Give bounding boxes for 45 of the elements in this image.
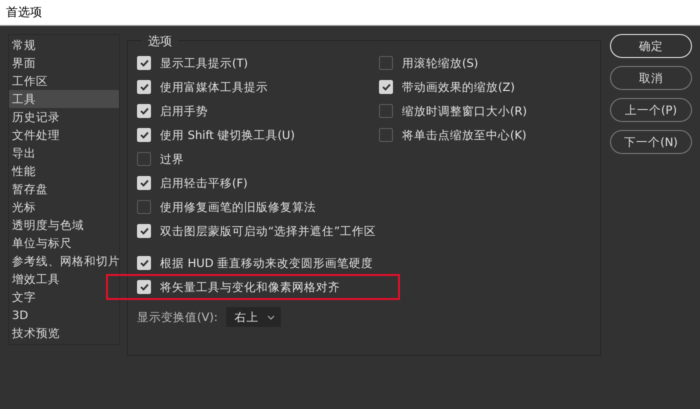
dialog-button[interactable]: 取消: [610, 66, 692, 90]
sidebar-item[interactable]: 历史记录: [9, 108, 119, 126]
sidebar-item[interactable]: 文件处理: [9, 126, 119, 144]
checkbox-label: 根据 HUD 垂直移动来改变圆形画笔硬度: [160, 256, 374, 270]
checkbox-label: 缩放时调整窗口大小(R): [402, 104, 527, 118]
sidebar-item[interactable]: 界面: [9, 54, 119, 72]
sidebar-item[interactable]: 透明度与色域: [9, 216, 119, 234]
dialog-button[interactable]: 上一个(P): [610, 98, 692, 122]
field-label: 显示变换值(V):: [137, 310, 218, 324]
sidebar-item[interactable]: 单位与标尺: [9, 234, 119, 252]
checkbox-label: 将矢量工具与变化和像素网格对齐: [160, 280, 340, 294]
checkbox[interactable]: [137, 200, 151, 214]
checkbox-label: 将单击点缩放至中心(K): [402, 128, 527, 142]
checkbox[interactable]: [379, 104, 393, 118]
sidebar-item[interactable]: 工具: [9, 90, 119, 108]
sidebar-item[interactable]: 增效工具: [9, 270, 119, 288]
checkbox-label: 双击图层蒙版可启动“选择并遮住”工作区: [160, 224, 376, 238]
dialog-button[interactable]: 确定: [610, 34, 692, 58]
window-title: 首选项: [6, 4, 42, 21]
checkbox[interactable]: [379, 56, 393, 70]
dialog-button[interactable]: 下一个(N): [610, 130, 692, 154]
transform-select[interactable]: 右上: [226, 307, 281, 327]
checkbox-label: 使用 Shift 键切换工具(U): [160, 128, 295, 142]
caret-icon: [266, 314, 275, 320]
sidebar-item[interactable]: 文字: [9, 288, 119, 306]
checkbox[interactable]: [379, 128, 393, 142]
checkbox-label: 过界: [160, 152, 184, 166]
checkbox-label: 用滚轮缩放(S): [402, 56, 478, 70]
checkbox-label: 使用修复画笔的旧版修复算法: [160, 200, 316, 214]
checkbox[interactable]: [137, 152, 151, 166]
checkbox-label: 启用手势: [160, 104, 208, 118]
checkbox-label: 显示工具提示(T): [160, 56, 248, 70]
sidebar-item[interactable]: 性能: [9, 162, 119, 180]
panel-title: 选项: [142, 33, 178, 50]
checkbox-label: 使用富媒体工具提示: [160, 80, 268, 94]
sidebar-item[interactable]: 光标: [9, 198, 119, 216]
sidebar-item[interactable]: 常规: [9, 36, 119, 54]
sidebar-item[interactable]: 工作区: [9, 72, 119, 90]
sidebar-item[interactable]: 暂存盘: [9, 180, 119, 198]
checkbox-label: 带动画效果的缩放(Z): [402, 80, 515, 94]
checkbox-label: 启用轻击平移(F): [160, 176, 248, 190]
sidebar-item[interactable]: 技术预览: [9, 324, 119, 342]
sidebar-item[interactable]: 3D: [9, 306, 119, 324]
sidebar-item[interactable]: 参考线、网格和切片: [9, 252, 119, 270]
sidebar-item[interactable]: 导出: [9, 144, 119, 162]
